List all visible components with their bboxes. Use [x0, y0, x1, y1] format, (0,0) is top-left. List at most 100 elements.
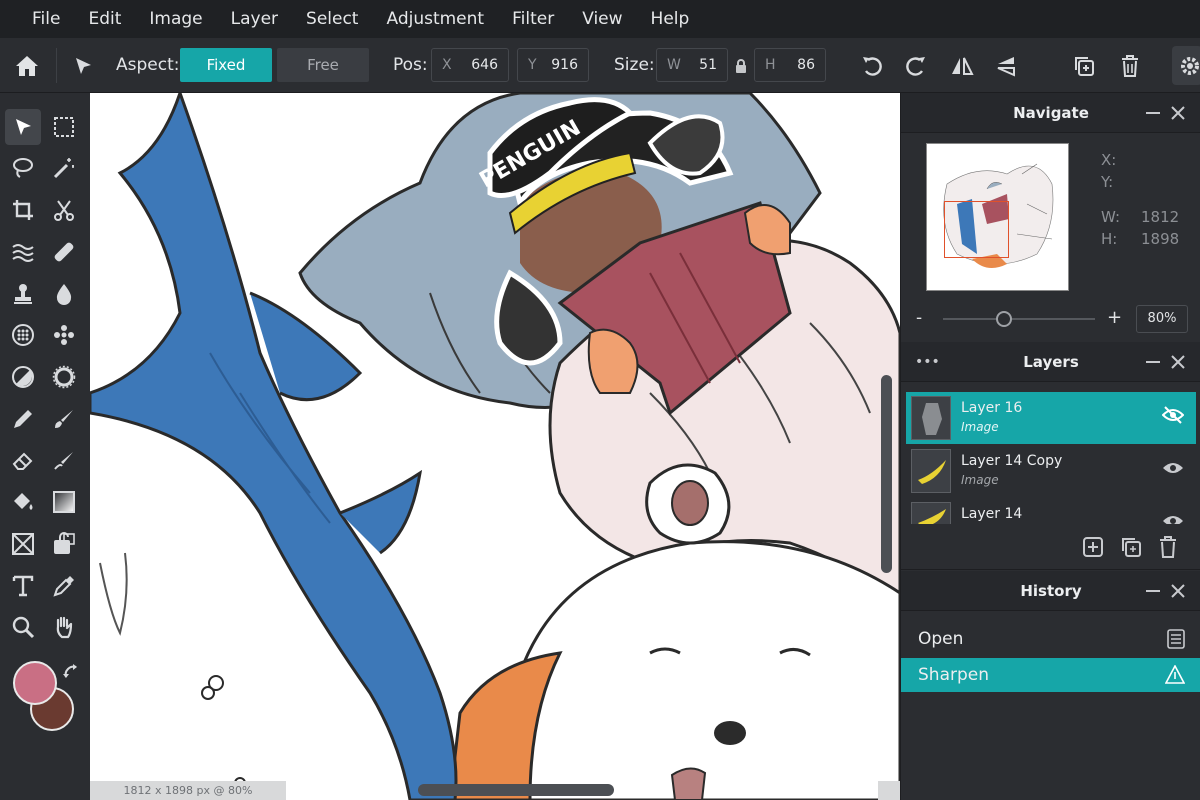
status-corner	[878, 781, 900, 800]
layers-minimize-icon[interactable]	[1142, 342, 1164, 382]
flip-horizontal-icon[interactable]	[946, 38, 978, 93]
settings-button[interactable]	[1172, 46, 1200, 85]
gradient-tool-icon[interactable]	[46, 484, 82, 520]
zoom-value-field[interactable]: 80%	[1136, 305, 1188, 333]
eyedropper-icon[interactable]	[46, 568, 82, 604]
trash-icon[interactable]	[1114, 38, 1146, 93]
toolbox	[0, 93, 90, 800]
size-w-value: 51	[699, 57, 717, 73]
delete-layer-icon[interactable]	[1159, 536, 1177, 562]
add-layer-icon[interactable]	[1083, 537, 1103, 561]
history-item[interactable]: Open	[901, 622, 1200, 656]
pos-x-value: 646	[471, 57, 498, 73]
text-tool-icon[interactable]	[5, 568, 41, 604]
pos-x-key: X	[442, 57, 452, 73]
navigate-minimize-icon[interactable]	[1142, 93, 1164, 133]
navigator-thumbnail[interactable]	[926, 143, 1069, 291]
primary-color-swatch[interactable]	[13, 661, 57, 705]
history-item[interactable]: Sharpen	[901, 658, 1200, 692]
pos-y-value: 916	[551, 57, 578, 73]
nav-h-label: H:	[1101, 230, 1118, 248]
pencil-tool-icon[interactable]	[5, 401, 41, 437]
zoom-slider-handle[interactable]	[995, 311, 1012, 327]
layer-row[interactable]: Layer 14	[906, 498, 1196, 524]
smudge-tool-icon[interactable]	[46, 443, 82, 479]
fill-bucket-icon[interactable]	[5, 484, 41, 520]
mask-tool-icon[interactable]	[46, 526, 82, 562]
size-w-key: W	[667, 57, 681, 73]
liquify-tool-icon[interactable]	[5, 234, 41, 270]
clone-stamp-icon[interactable]	[5, 276, 41, 312]
menu-select[interactable]: Select	[292, 0, 372, 38]
menu-filter[interactable]: Filter	[498, 0, 568, 38]
menu-image[interactable]: Image	[135, 0, 216, 38]
aspect-fixed-button[interactable]: Fixed	[180, 48, 272, 82]
pos-y-key: Y	[528, 57, 537, 73]
move-tool-icon[interactable]	[66, 38, 100, 93]
navigate-close-icon[interactable]	[1167, 93, 1189, 133]
hand-tool-icon[interactable]	[46, 609, 82, 645]
pos-x-field[interactable]: X 646	[431, 48, 509, 82]
blur-drop-icon[interactable]	[46, 276, 82, 312]
navigate-header: Navigate	[901, 93, 1200, 133]
aspect-free-button[interactable]: Free	[277, 48, 369, 82]
navigator-viewport[interactable]	[944, 201, 1009, 258]
layer-row[interactable]: Layer 16 Image	[906, 392, 1196, 444]
zoom-tool-icon[interactable]	[5, 609, 41, 645]
canvas[interactable]: PENGUIN	[90, 93, 900, 800]
eye-icon[interactable]	[1162, 459, 1184, 481]
size-h-field[interactable]: H 86	[754, 48, 826, 82]
horizontal-scrollbar[interactable]	[418, 784, 614, 796]
history-close-icon[interactable]	[1167, 571, 1189, 611]
duplicate-layer-icon[interactable]	[1121, 537, 1141, 561]
shape-tool-icon[interactable]	[5, 526, 41, 562]
document-icon	[1167, 629, 1185, 653]
marquee-tool-icon[interactable]	[46, 109, 82, 145]
zoom-slider-track[interactable]	[943, 318, 1095, 320]
menu-view[interactable]: View	[568, 0, 636, 38]
sponge-tool-icon[interactable]	[46, 359, 82, 395]
history-item-label: Sharpen	[918, 665, 989, 685]
scissors-icon[interactable]	[46, 192, 82, 228]
nav-w-label: W:	[1101, 208, 1121, 226]
eraser-tool-icon[interactable]	[5, 443, 41, 479]
layer-row[interactable]: Layer 14 Copy Image	[906, 445, 1196, 497]
eye-hidden-icon[interactable]	[1161, 406, 1185, 428]
pattern-tool-icon[interactable]	[5, 317, 41, 353]
menu-adjustment[interactable]: Adjustment	[372, 0, 498, 38]
particles-tool-icon[interactable]	[46, 317, 82, 353]
zoom-in-button[interactable]: +	[1107, 307, 1122, 328]
duplicate-icon[interactable]	[1068, 38, 1100, 93]
swap-colors-icon[interactable]	[62, 663, 80, 685]
menu-file[interactable]: File	[18, 0, 74, 38]
dodge-burn-icon[interactable]	[5, 359, 41, 395]
rotate-left-icon[interactable]	[856, 38, 888, 93]
rotate-right-icon[interactable]	[900, 38, 932, 93]
history-minimize-icon[interactable]	[1142, 571, 1164, 611]
eye-icon[interactable]	[1162, 512, 1184, 524]
layers-more-icon[interactable]: •••	[915, 342, 940, 382]
size-h-value: 86	[797, 57, 815, 73]
brush-tool-icon[interactable]	[46, 401, 82, 437]
menu-edit[interactable]: Edit	[74, 0, 135, 38]
size-h-key: H	[765, 57, 776, 73]
healing-tool-icon[interactable]	[46, 234, 82, 270]
select-tool-icon[interactable]	[5, 109, 41, 145]
magic-wand-icon[interactable]	[46, 150, 82, 186]
zoom-out-button[interactable]: -	[916, 308, 922, 328]
home-icon[interactable]	[8, 38, 46, 93]
flip-vertical-icon[interactable]	[990, 38, 1022, 93]
pos-y-field[interactable]: Y 916	[517, 48, 589, 82]
gear-icon	[1181, 57, 1199, 75]
menu-layer[interactable]: Layer	[217, 0, 292, 38]
lasso-tool-icon[interactable]	[5, 150, 41, 186]
size-w-field[interactable]: W 51	[656, 48, 728, 82]
vertical-scrollbar[interactable]	[881, 375, 892, 573]
lock-icon[interactable]	[732, 38, 750, 93]
menu-help[interactable]: Help	[637, 0, 704, 38]
layer-name: Layer 14 Copy	[961, 453, 1063, 469]
layers-close-icon[interactable]	[1167, 342, 1189, 382]
crop-tool-icon[interactable]	[5, 192, 41, 228]
canvas-status: 1812 x 1898 px @ 80%	[90, 781, 286, 800]
layer-type: Image	[961, 473, 999, 487]
